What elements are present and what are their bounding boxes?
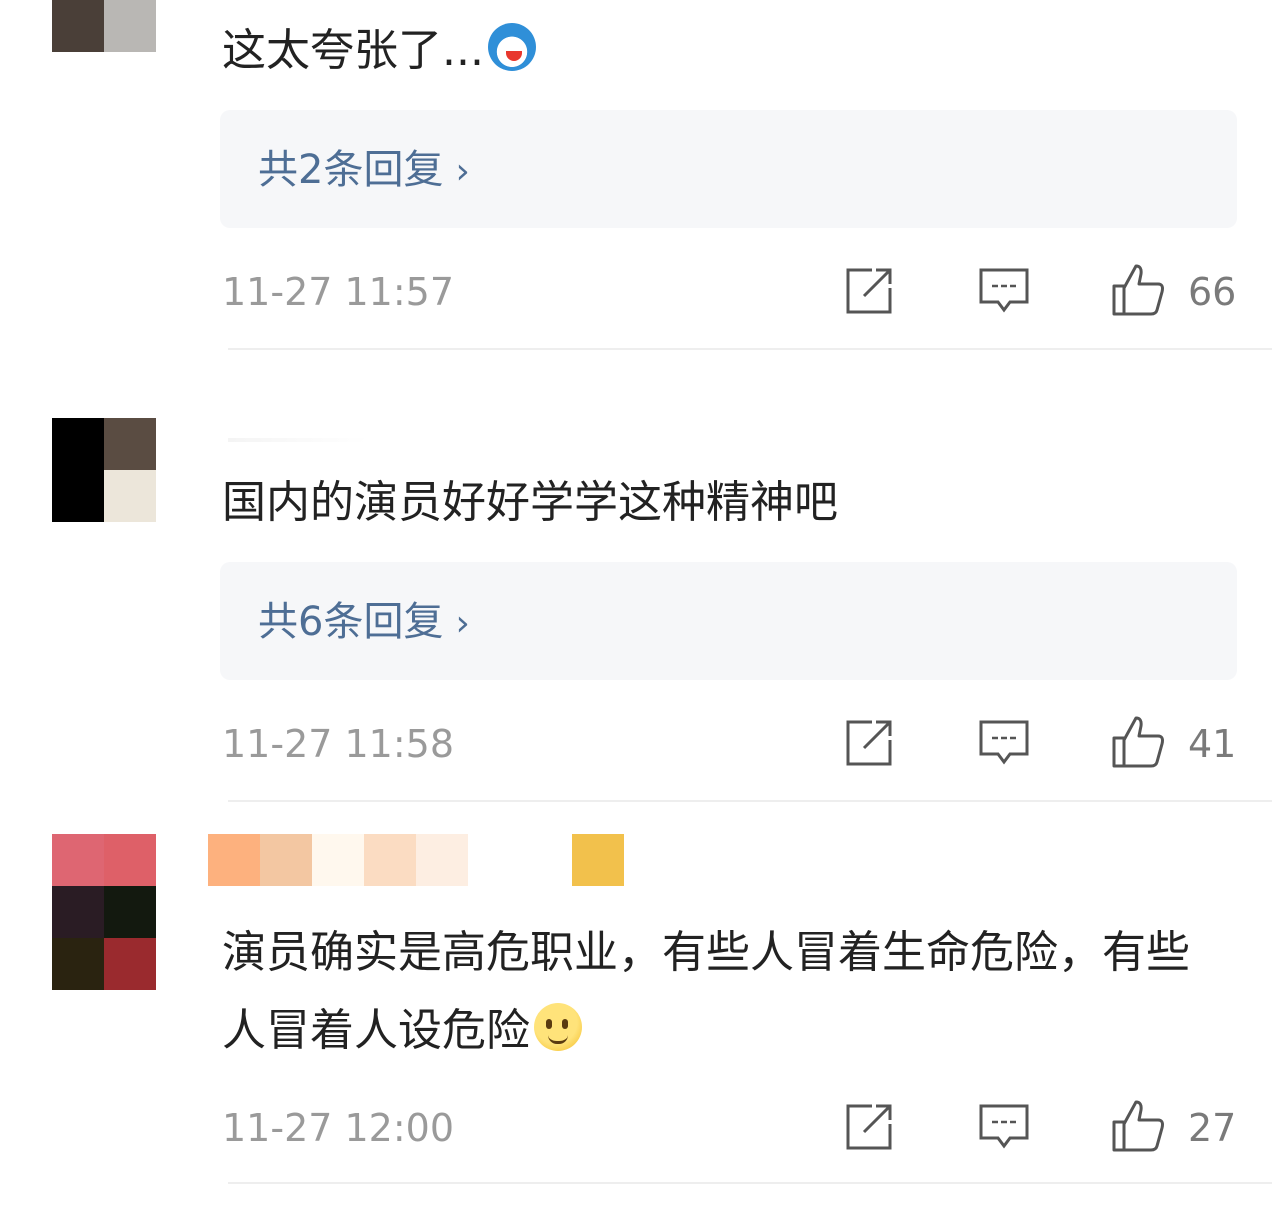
comment-icon [979, 1104, 1029, 1149]
share-icon [846, 720, 892, 766]
comment-meta-row: 11-27 12:00 27 [0, 1098, 1272, 1158]
like-count: 27 [1188, 1106, 1237, 1150]
timestamp: 11-27 11:58 [222, 722, 455, 766]
comment-meta-row: 11-27 11:57 66 [0, 262, 1272, 322]
chevron-right-icon: › [455, 603, 470, 644]
comment-divider [228, 800, 1272, 802]
view-replies-label: 共6条回复 [258, 599, 444, 645]
comment-text: 国内的演员好好学学这种精神吧 [222, 464, 1212, 542]
comment-divider [228, 1182, 1272, 1184]
comment-divider [228, 348, 1272, 350]
comment-meta-row: 11-27 11:58 41 [0, 714, 1272, 774]
like-button[interactable] [1110, 262, 1166, 318]
thumbs-up-icon [1112, 716, 1164, 768]
share-button[interactable] [842, 1098, 898, 1154]
replies-box[interactable]: 共6条回复 › [220, 562, 1237, 680]
comment-text-content: 国内的演员好好学学这种精神吧 [222, 477, 838, 528]
avatar[interactable] [52, 834, 156, 990]
timestamp: 11-27 12:00 [222, 1106, 455, 1150]
view-replies-link[interactable]: 共6条回复 › [258, 598, 470, 648]
like-button[interactable] [1110, 1098, 1166, 1154]
replies-box[interactable]: 共2条回复 › [220, 110, 1237, 228]
username-blurred [208, 834, 624, 886]
share-icon [846, 268, 892, 314]
avatar[interactable] [52, 0, 156, 52]
share-icon [846, 1104, 892, 1150]
like-count: 66 [1188, 270, 1237, 314]
comment-button[interactable] [976, 714, 1032, 770]
thumbs-up-icon [1112, 264, 1164, 316]
comment-text-content: 演员确实是高危职业，有些人冒着生命危险，有些人冒着人设危险 [222, 927, 1190, 1056]
username-blurred [228, 438, 368, 442]
chevron-right-icon: › [455, 151, 470, 192]
comment-button[interactable] [976, 262, 1032, 318]
timestamp: 11-27 11:57 [222, 270, 455, 314]
view-replies-label: 共2条回复 [258, 147, 444, 193]
share-button[interactable] [842, 714, 898, 770]
comment-text: 这太夸张了... [222, 12, 1212, 90]
like-count: 41 [1188, 722, 1237, 766]
avatar[interactable] [52, 418, 156, 522]
share-button[interactable] [842, 262, 898, 318]
doraemon-emoji-icon [487, 23, 536, 71]
comment-text-content: 这太夸张了... [222, 25, 484, 76]
thinking-emoji-icon [534, 1003, 582, 1051]
thumbs-up-icon [1112, 1100, 1164, 1152]
comment-button[interactable] [976, 1098, 1032, 1154]
comment-text: 演员确实是高危职业，有些人冒着生命危险，有些人冒着人设危险 [222, 914, 1212, 1070]
like-button[interactable] [1110, 714, 1166, 770]
comment-icon [979, 268, 1029, 313]
view-replies-link[interactable]: 共2条回复 › [258, 146, 470, 196]
comment-icon [979, 720, 1029, 765]
